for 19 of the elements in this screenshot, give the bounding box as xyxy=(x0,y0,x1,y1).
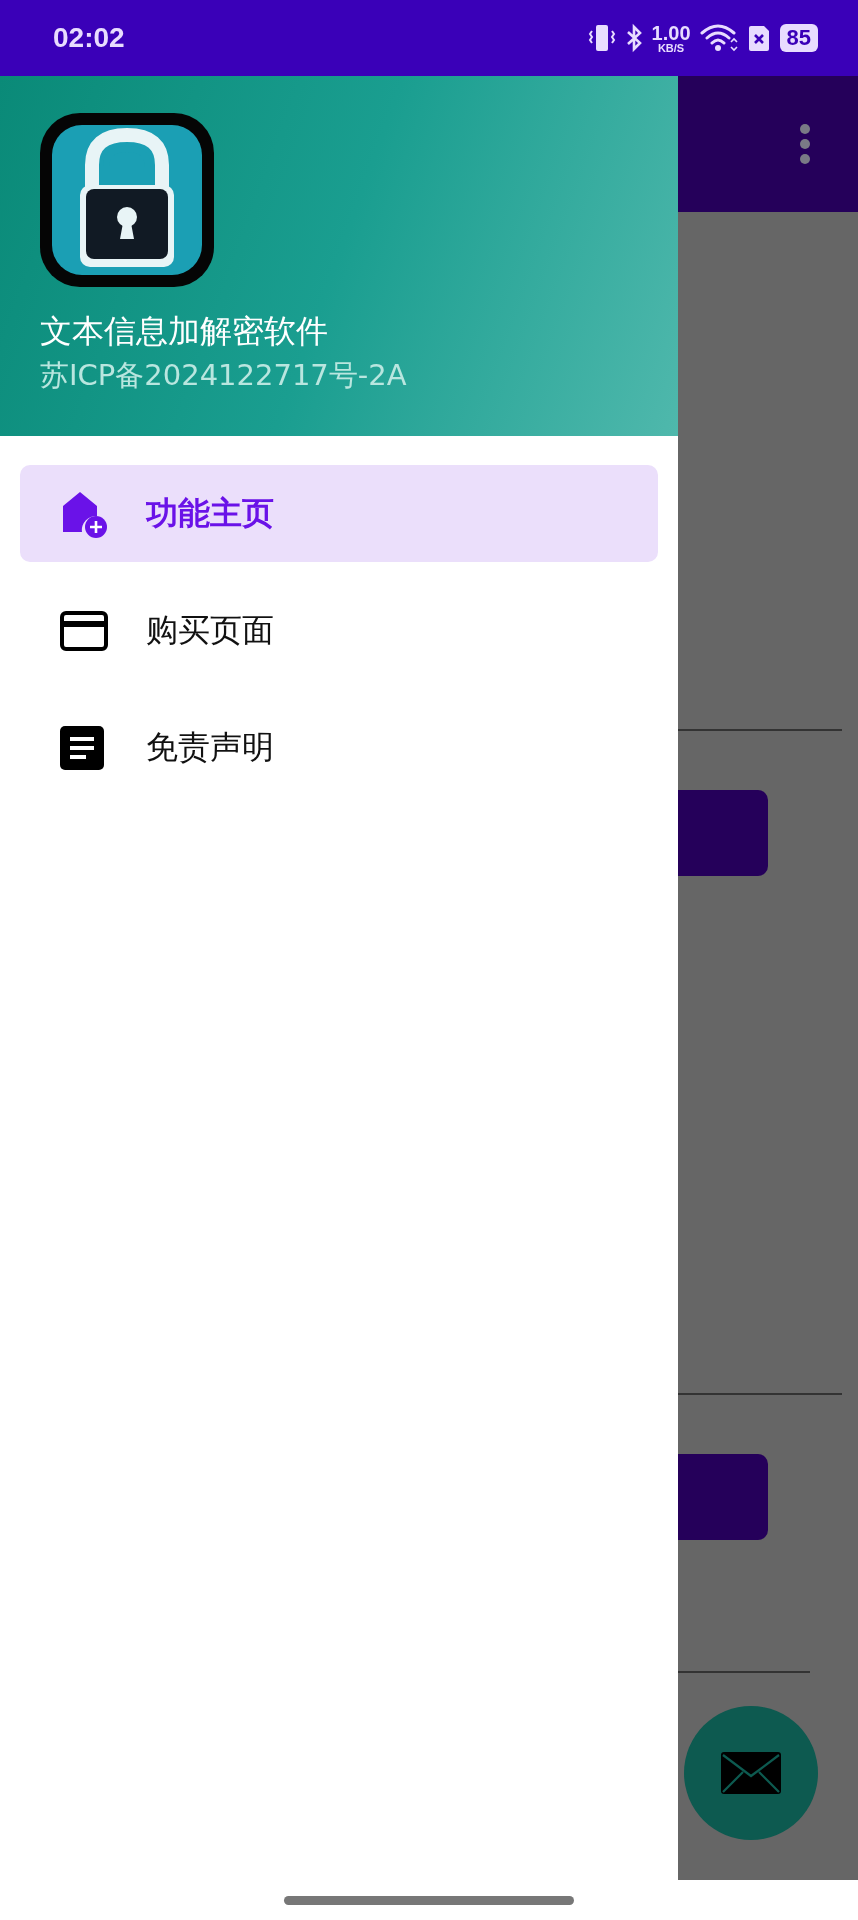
drawer-menu-item[interactable]: 免责声明 xyxy=(20,699,658,796)
speed-unit: KB/S xyxy=(657,42,685,54)
vibrate-icon xyxy=(587,23,616,53)
envelope-icon xyxy=(721,1752,781,1794)
network-speed: 1.00 xyxy=(651,22,691,43)
drawer-menu-item[interactable]: 功能主页 xyxy=(20,465,658,562)
app-title: 文本信息加解密软件 xyxy=(40,311,328,352)
home-plus-icon xyxy=(60,489,108,538)
battery-level: 85 xyxy=(786,25,811,51)
wifi-icon xyxy=(699,23,738,53)
credit-card-icon xyxy=(60,610,108,651)
no-sim-icon xyxy=(746,23,771,53)
drawer-menu-item[interactable]: 购买页面 xyxy=(20,582,658,679)
app-subtitle: 苏ICP备2024122717号-2A xyxy=(40,357,407,394)
home-indicator[interactable] xyxy=(284,1895,574,1905)
padlock-icon xyxy=(40,113,214,287)
more-options-icon xyxy=(800,124,810,164)
document-icon xyxy=(60,725,104,770)
clock: 02:02 xyxy=(53,22,125,54)
